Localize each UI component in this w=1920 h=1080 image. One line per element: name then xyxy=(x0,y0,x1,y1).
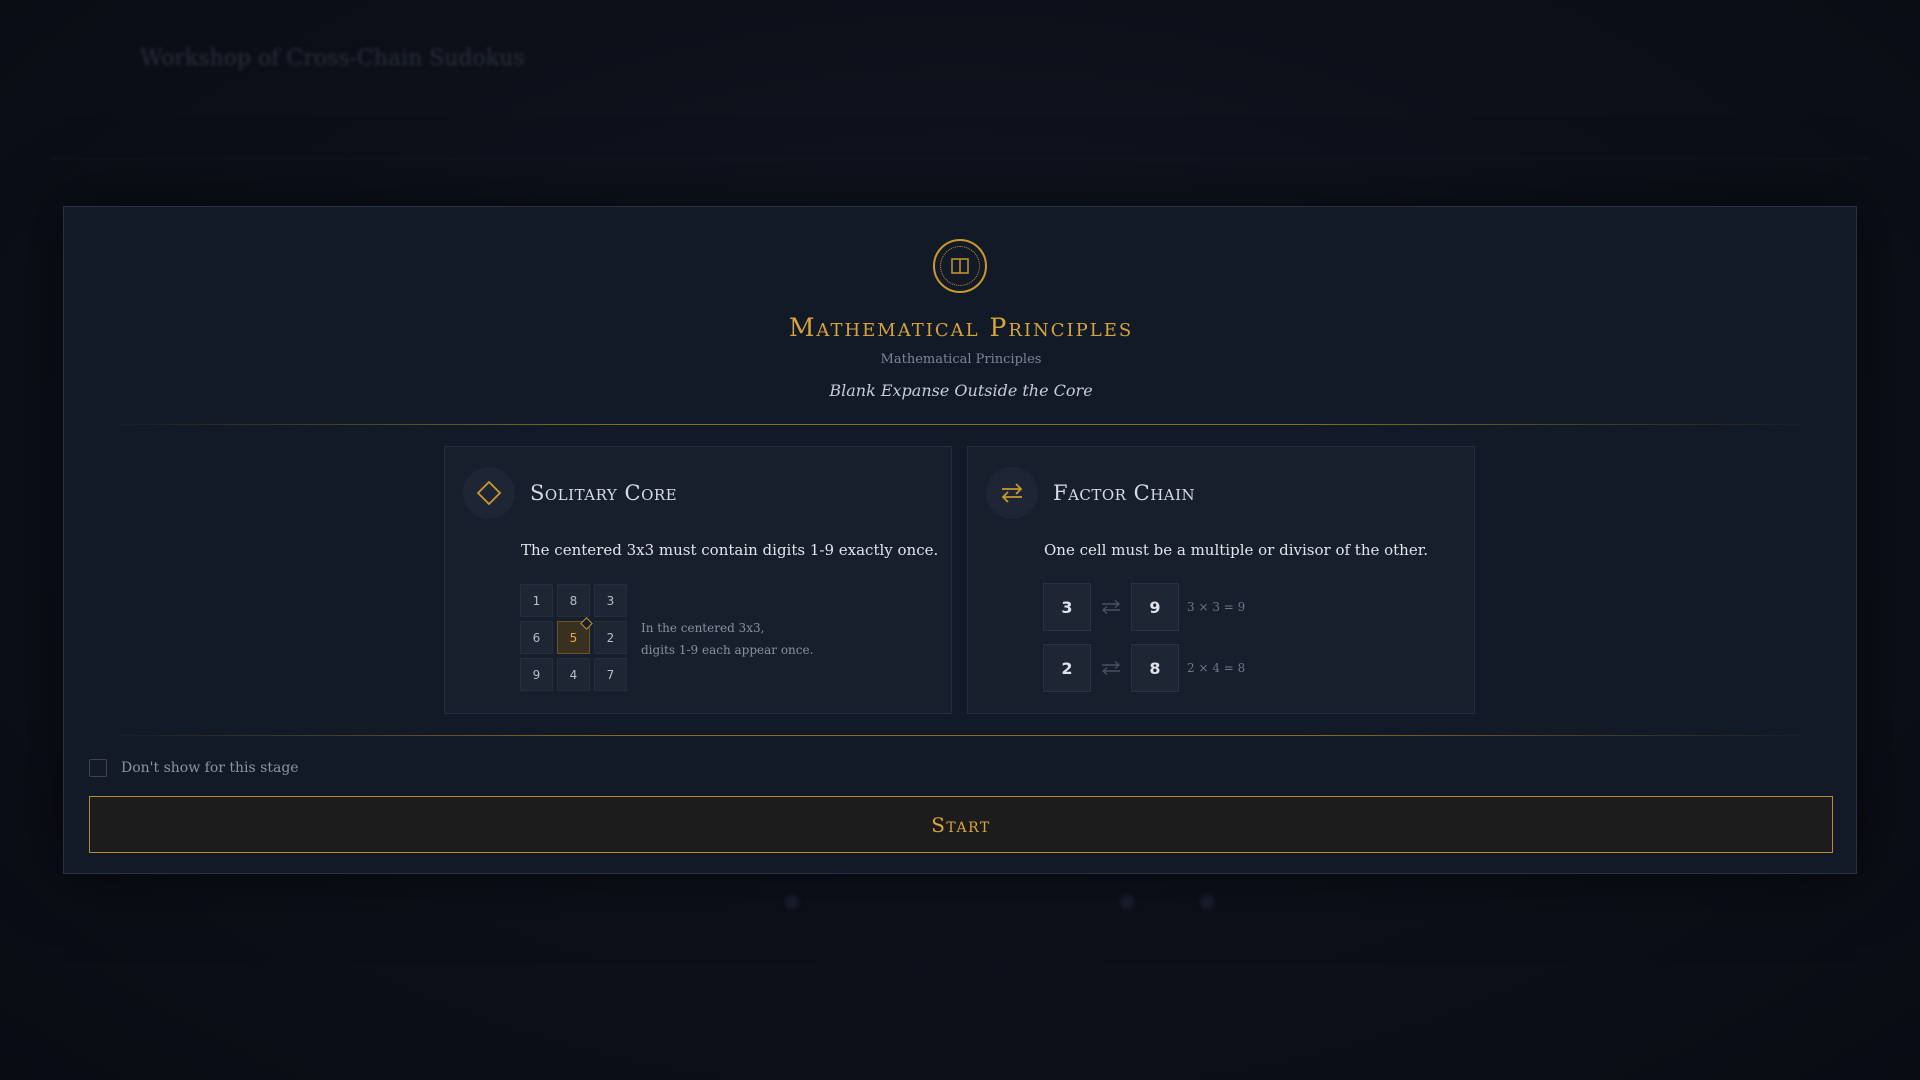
rule-title: Solitary Core xyxy=(530,481,678,505)
example-grid: 1 8 3 6 5 2 9 4 7 xyxy=(520,584,627,691)
divider xyxy=(104,735,1818,736)
example-cell: 8 xyxy=(1131,644,1179,692)
background-dot xyxy=(1200,895,1214,909)
rule-card-factor-chain: Factor Chain One cell must be a multiple… xyxy=(967,446,1475,714)
grid-cell: 3 xyxy=(594,584,627,617)
stage-name: Blank Expanse Outside the Core xyxy=(829,381,1093,400)
example-equation: 3 × 3 = 9 xyxy=(1187,600,1246,614)
factor-example: 2 8 2 × 4 = 8 xyxy=(1043,644,1245,692)
grid-note: In the centered 3x3, digits 1-9 each app… xyxy=(641,617,813,661)
example-cell: 9 xyxy=(1131,583,1179,631)
background-dot xyxy=(785,895,799,909)
divider xyxy=(104,424,1818,425)
grid-cell: 9 xyxy=(520,658,553,691)
grid-cell: 7 xyxy=(594,658,627,691)
grid-cell: 2 xyxy=(594,621,627,654)
dont-show-toggle[interactable]: Don't show for this stage xyxy=(89,759,299,777)
background-title: Workshop of Cross-Chain Sudokus xyxy=(140,46,525,71)
swap-arrows-icon xyxy=(1091,644,1131,692)
diamond-marker-icon xyxy=(580,617,593,630)
grid-cell: 8 xyxy=(557,584,590,617)
start-button[interactable]: Start xyxy=(89,796,1833,853)
rule-description: The centered 3x3 must contain digits 1-9… xyxy=(521,541,939,559)
background-toolbar xyxy=(50,118,1870,159)
rule-description: One cell must be a multiple or divisor o… xyxy=(1044,541,1429,559)
background-dot xyxy=(1120,895,1134,909)
example-cell: 2 xyxy=(1043,644,1091,692)
grid-note-line: digits 1-9 each appear once. xyxy=(641,643,814,657)
diamond-icon xyxy=(463,467,515,519)
grid-cell: 6 xyxy=(520,621,553,654)
rules-modal: Mathematical Principles Mathematical Pri… xyxy=(63,206,1857,874)
grid-cell: 4 xyxy=(557,658,590,691)
example-equation: 2 × 4 = 8 xyxy=(1187,661,1246,675)
dont-show-label[interactable]: Don't show for this stage xyxy=(121,760,299,776)
example-cell: 3 xyxy=(1043,583,1091,631)
grid-cell-highlighted: 5 xyxy=(557,617,593,654)
grid-cell-value: 5 xyxy=(569,630,578,645)
grid-note-line: In the centered 3x3, xyxy=(641,621,765,635)
rule-card-solitary-core: Solitary Core The centered 3x3 must cont… xyxy=(444,446,952,714)
modal-subtitle: Mathematical Principles xyxy=(880,352,1042,367)
swap-arrows-icon xyxy=(1091,583,1131,631)
factor-example: 3 9 3 × 3 = 9 xyxy=(1043,583,1245,631)
rule-title: Factor Chain xyxy=(1053,481,1196,505)
swap-arrows-icon xyxy=(986,467,1038,519)
grid-cell: 1 xyxy=(520,584,553,617)
dont-show-checkbox[interactable] xyxy=(89,759,107,777)
book-icon xyxy=(933,239,987,293)
modal-title: Mathematical Principles xyxy=(788,313,1134,342)
